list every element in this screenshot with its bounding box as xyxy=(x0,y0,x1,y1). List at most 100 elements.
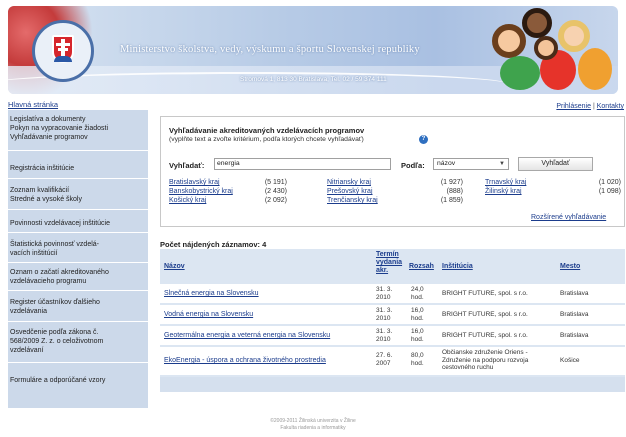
login-link[interactable]: Prihlásenie xyxy=(556,103,591,110)
sidebar-divider xyxy=(8,232,148,233)
region-link-zilina[interactable]: Žilinský kraj xyxy=(485,188,522,195)
sidebar-divider xyxy=(8,290,148,291)
table-row: Slnečná energia na Slovensku 31. 3. 2010… xyxy=(160,284,625,303)
region-link-bratislava[interactable]: Bratislavský kraj xyxy=(169,179,220,186)
sidebar-item-label: vzdelávania xyxy=(10,308,47,315)
sidebar-item-label: Osvedčenie podľa zákona č. xyxy=(10,329,99,336)
term-cell: 27. 6. 2007 xyxy=(376,352,393,367)
footer-copyright: ©2009-2011 Žilinská univerzita v Žiline xyxy=(270,418,356,424)
sidebar-item-label: Oznam o začatí akreditovaného xyxy=(10,269,109,276)
institution-cell: BRIGHT FUTURE, spol. s r.o. xyxy=(442,332,528,339)
sidebar-divider xyxy=(8,209,148,210)
scope-cell: 24,0 hod. xyxy=(411,286,424,301)
sidebar-item-announcement[interactable]: Oznam o začatí akreditovaného vzdelávaci… xyxy=(10,268,146,286)
city-cell: Bratislava xyxy=(560,332,589,339)
scope-cell: 16,0 hod. xyxy=(411,307,424,322)
page-footer: ©2009-2011 Žilinská univerzita v Žiline … xyxy=(0,418,626,432)
sidebar-item-certificate[interactable]: Osvedčenie podľa zákona č. 568/2009 Z. z… xyxy=(10,328,146,355)
sidebar-item-statistics[interactable]: Štatistická povinnosť vzdelá- vacích inš… xyxy=(10,240,146,258)
sidebar-divider xyxy=(8,178,148,179)
sidebar-item-label: vacích inštitúcií xyxy=(10,250,58,257)
chevron-down-icon: ▼ xyxy=(499,161,505,167)
column-header-scope[interactable]: Rozsah xyxy=(409,263,434,271)
program-link[interactable]: Slnečná energia na Slovensku xyxy=(164,290,259,298)
region-count: (2 430) xyxy=(264,188,287,195)
sidebar-item-label: vzdelávacieho programu xyxy=(10,278,87,285)
search-by-select[interactable]: názov ▼ xyxy=(433,158,509,170)
ministry-title: Ministerstvo školstva, vedy, výskumu a š… xyxy=(120,44,420,55)
table-footer xyxy=(160,377,625,392)
sidebar-item-label: Povinnosti vzdelávacej inštitúcie xyxy=(10,220,110,227)
program-link[interactable]: Geotermálna energia a veterná energia na… xyxy=(164,332,330,340)
site-header: Ministerstvo školstva, vedy, výskumu a š… xyxy=(8,6,618,94)
program-link[interactable]: Vodná energia na Slovensku xyxy=(164,311,253,319)
sidebar-item-label: Legislatíva a dokumenty xyxy=(10,116,86,123)
footer-faculty: Fakulta riadenia a informatiky xyxy=(280,425,346,431)
result-count: Počet nájdených záznamov: 4 xyxy=(160,240,267,249)
sidebar-item-label: Formuláre a odporúčané vzory xyxy=(10,377,106,384)
term-cell: 31. 3. 2010 xyxy=(376,286,393,301)
column-header-term[interactable]: Termín vydania akr. xyxy=(376,251,402,275)
region-count: (888) xyxy=(446,188,463,195)
search-by-label: Podľa: xyxy=(401,161,425,170)
institution-cell: Občianske združenie Oriens - Združenie n… xyxy=(442,349,529,371)
scope-cell: 80,0 hod. xyxy=(411,352,424,367)
city-cell: Bratislava xyxy=(560,311,589,318)
region-link-banska-bystrica[interactable]: Banskobystrický kraj xyxy=(169,188,233,195)
institution-cell: BRIGHT FUTURE, spol. s r.o. xyxy=(442,311,528,318)
sidebar-item-label: vzdelávaní xyxy=(10,347,44,354)
region-count: (1 859) xyxy=(440,197,463,204)
sidebar-item-label: Štatistická povinnosť vzdelá- xyxy=(10,241,100,248)
region-link-kosice[interactable]: Košický kraj xyxy=(169,197,206,204)
region-count: (1 927) xyxy=(440,179,463,186)
sidebar-item-qualifications[interactable]: Zoznam kvalifikácií Stredné a vysoké ško… xyxy=(10,186,146,204)
region-link-presov[interactable]: Prešovský kraj xyxy=(327,188,373,195)
sidebar-divider xyxy=(8,150,148,151)
results-table: Názov Termín vydania akr. Rozsah Inštitú… xyxy=(160,249,625,392)
search-button[interactable]: Vyhľadať xyxy=(518,157,593,171)
region-link-trnava[interactable]: Trnavský kraj xyxy=(485,179,526,186)
term-cell: 31. 3. 2010 xyxy=(376,328,393,343)
sidebar-item-legislation[interactable]: Legislatíva a dokumenty Pokyn na vypraco… xyxy=(10,115,146,142)
region-link-nitra[interactable]: Nitriansky kraj xyxy=(327,179,371,186)
sidebar-divider xyxy=(8,321,148,322)
region-count: (1 020) xyxy=(598,179,621,186)
sidebar-item-obligations[interactable]: Povinnosti vzdelávacej inštitúcie xyxy=(10,219,146,228)
city-cell: Košice xyxy=(560,357,580,364)
ministry-address: Stromová 1, 813 30 Bratislava, Tel. 02 /… xyxy=(240,76,387,83)
sidebar-item-forms[interactable]: Formuláre a odporúčané vzory xyxy=(10,376,146,385)
advanced-search-link[interactable]: Rozšírené vyhľadávanie xyxy=(531,214,606,221)
city-cell: Bratislava xyxy=(560,290,589,297)
sidebar-item-label: Zoznam kvalifikácií xyxy=(10,187,70,194)
search-input[interactable]: energia xyxy=(214,158,391,170)
sidebar-item-label: Pokyn na vypracovanie žiadosti xyxy=(10,125,109,132)
sidebar-divider xyxy=(8,262,148,263)
column-header-city[interactable]: Mesto xyxy=(560,263,580,271)
search-panel: Vyhľadávanie akreditovaných vzdelávacích… xyxy=(160,116,625,227)
region-count: (2 092) xyxy=(264,197,287,204)
search-label: Vyhľadať: xyxy=(169,161,205,170)
sidebar-item-label: 568/2009 Z. z. o celoživotnom xyxy=(10,338,104,345)
region-count: (1 098) xyxy=(598,188,621,195)
column-header-name[interactable]: Názov xyxy=(164,263,185,271)
ministry-emblem-logo[interactable] xyxy=(32,20,94,82)
link-separator: | xyxy=(592,103,595,110)
sidebar-item-registration[interactable]: Registrácia inštitúcie xyxy=(10,164,146,173)
sidebar-item-label: Vyhľadávanie programov xyxy=(10,134,88,141)
program-link[interactable]: EkoEnergia - úspora a ochrana životného … xyxy=(164,357,326,365)
column-header-institution[interactable]: Inštitúcia xyxy=(442,263,473,271)
search-panel-hint: (vyplňte text a zvoľte kritérium, podľa … xyxy=(169,136,364,143)
sidebar: Legislatíva a dokumenty Pokyn na vypraco… xyxy=(8,110,148,408)
help-icon[interactable]: ? xyxy=(419,135,428,144)
region-link-trencin[interactable]: Trenčiansky kraj xyxy=(327,197,378,204)
sidebar-item-label: Registrácia inštitúcie xyxy=(10,165,75,172)
region-count: (5 191) xyxy=(264,179,287,186)
institution-cell: BRIGHT FUTURE, spol. s r.o. xyxy=(442,290,528,297)
search-by-selected: názov xyxy=(437,160,456,167)
sidebar-item-participants-register[interactable]: Register účastníkov ďalšieho vzdelávania xyxy=(10,298,146,316)
term-cell: 31. 3. 2010 xyxy=(376,307,393,322)
contacts-link[interactable]: Kontakty xyxy=(597,103,624,110)
home-link[interactable]: Hlavná stránka xyxy=(8,100,58,109)
sidebar-divider xyxy=(8,362,148,363)
table-row: Geotermálna energia a veterná energia na… xyxy=(160,326,625,345)
